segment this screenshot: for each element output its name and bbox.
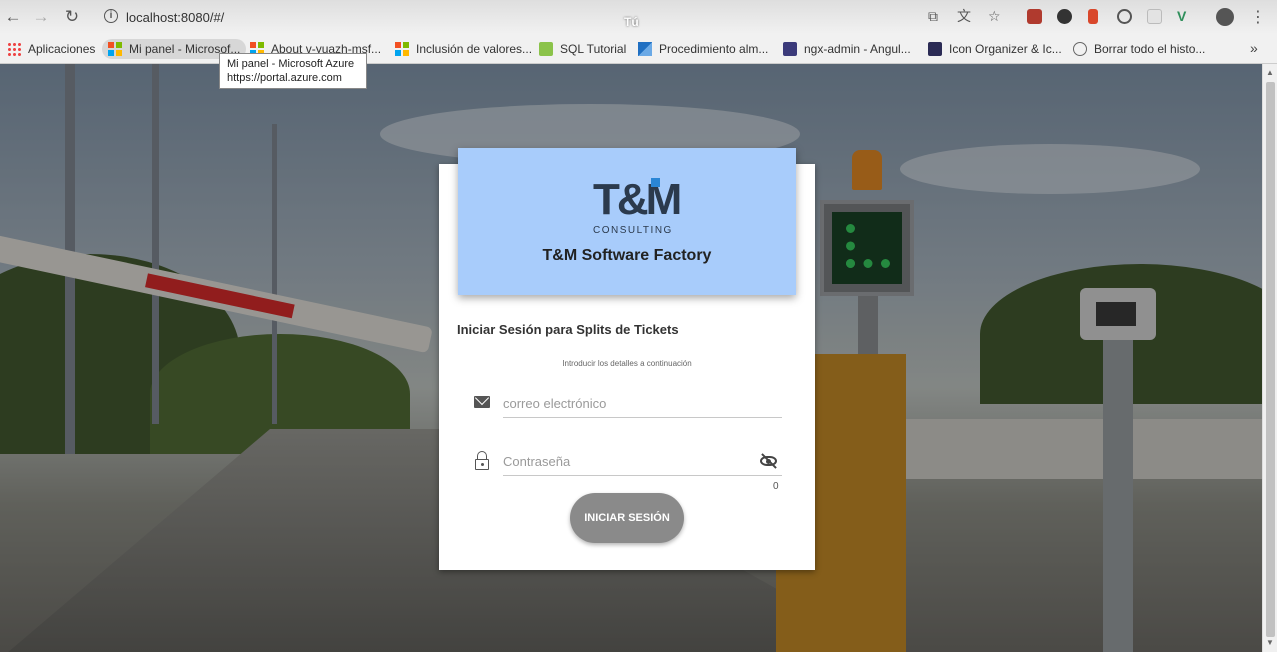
- bookmark-label: ngx-admin - Angul...: [804, 42, 911, 56]
- extension-icon[interactable]: [1117, 9, 1132, 24]
- forward-icon[interactable]: →: [31, 7, 51, 27]
- bookmark-label: Icon Organizer & Ic...: [949, 42, 1062, 56]
- microsoft-icon: [108, 42, 122, 56]
- sql-icon: [539, 42, 553, 56]
- email-underline: [503, 417, 782, 418]
- logo-text: T&M: [593, 175, 682, 224]
- bookmark-sql-tutorial[interactable]: SQL Tutorial: [539, 39, 626, 59]
- address-bar[interactable]: i localhost:8080/#/: [98, 4, 898, 30]
- bookmark-inclusion[interactable]: Inclusión de valores...: [395, 39, 532, 59]
- profile-label: Tú: [624, 15, 639, 29]
- password-field: [474, 448, 782, 476]
- apps-icon: [7, 42, 21, 56]
- password-input[interactable]: [503, 448, 753, 474]
- microsoft-icon: [395, 42, 409, 56]
- back-icon[interactable]: ←: [3, 7, 23, 27]
- login-button[interactable]: INICIAR SESIÓN: [570, 493, 684, 543]
- email-input[interactable]: [503, 390, 753, 416]
- visibility-off-icon[interactable]: [759, 452, 779, 470]
- bookmark-label: Inclusión de valores...: [416, 42, 533, 56]
- ngx-icon: [783, 42, 797, 56]
- browser-toolbar: ← → ↻ i localhost:8080/#/ Tú ⧉ 文 ☆ V ⋮: [0, 0, 1277, 34]
- bookmark-label: SQL Tutorial: [560, 42, 627, 56]
- bookmark-icon-organizer[interactable]: Icon Organizer & Ic...: [928, 39, 1062, 59]
- extension-icon[interactable]: [1088, 9, 1098, 24]
- bookmark-icon: [928, 42, 942, 56]
- tooltip-url: https://portal.azure.com: [227, 72, 342, 84]
- bookmark-label: Borrar todo el histo...: [1094, 42, 1206, 56]
- password-underline: [503, 475, 782, 476]
- avatar[interactable]: [1216, 8, 1234, 26]
- menu-icon[interactable]: ⋮: [1250, 7, 1266, 27]
- logo-subtitle: CONSULTING: [593, 225, 673, 236]
- extension-icon[interactable]: [1147, 9, 1162, 24]
- star-icon[interactable]: ☆: [988, 7, 1001, 25]
- open-external-icon[interactable]: ⧉: [928, 7, 938, 25]
- bookmark-icon: [638, 42, 652, 56]
- bookmark-label: Procedimiento alm...: [659, 42, 769, 56]
- bookmark-apps[interactable]: Aplicaciones: [7, 39, 95, 59]
- pdf-extension-icon[interactable]: [1027, 9, 1042, 24]
- bookmark-label: Aplicaciones: [28, 42, 96, 56]
- logo-accent: [651, 178, 660, 187]
- scroll-thumb[interactable]: [1266, 82, 1275, 637]
- bookmarks-bar: Aplicaciones Mi panel - Microsof... Abou…: [0, 34, 1277, 64]
- bookmark-tooltip: Mi panel - Microsoft Azure https://porta…: [219, 53, 367, 89]
- url-text[interactable]: localhost:8080/#/: [126, 10, 224, 25]
- email-icon: [474, 396, 490, 408]
- scroll-up-icon[interactable]: ▲: [1266, 68, 1274, 77]
- scroll-down-icon[interactable]: ▼: [1266, 638, 1274, 647]
- extension-icon[interactable]: [1057, 9, 1072, 24]
- reload-icon[interactable]: ↻: [62, 7, 82, 27]
- login-title: Iniciar Sesión para Splits de Tickets: [457, 322, 679, 337]
- lock-icon: [474, 451, 492, 470]
- history-icon: [1073, 42, 1087, 56]
- page-scrollbar[interactable]: ▲ ▼: [1262, 64, 1277, 652]
- email-field: [474, 390, 782, 418]
- company-name: T&M Software Factory: [542, 247, 712, 264]
- more-bookmarks-icon[interactable]: »: [1250, 40, 1258, 56]
- login-card-header: T&M CONSULTING T&M Software Factory: [458, 148, 796, 295]
- tooltip-title: Mi panel - Microsoft Azure: [227, 58, 355, 70]
- login-subtitle: Introducir los detalles a continuación: [562, 359, 692, 368]
- info-icon[interactable]: i: [104, 9, 118, 23]
- bookmark-ngx-admin[interactable]: ngx-admin - Angul...: [783, 39, 911, 59]
- vue-devtools-icon[interactable]: V: [1177, 7, 1186, 25]
- password-char-counter: 0: [773, 481, 779, 492]
- bookmark-borrar-historial[interactable]: Borrar todo el histo...: [1073, 39, 1205, 59]
- bookmark-procedimiento[interactable]: Procedimiento alm...: [638, 39, 768, 59]
- company-logo: T&M CONSULTING: [593, 175, 682, 237]
- translate-icon[interactable]: 文: [957, 7, 971, 25]
